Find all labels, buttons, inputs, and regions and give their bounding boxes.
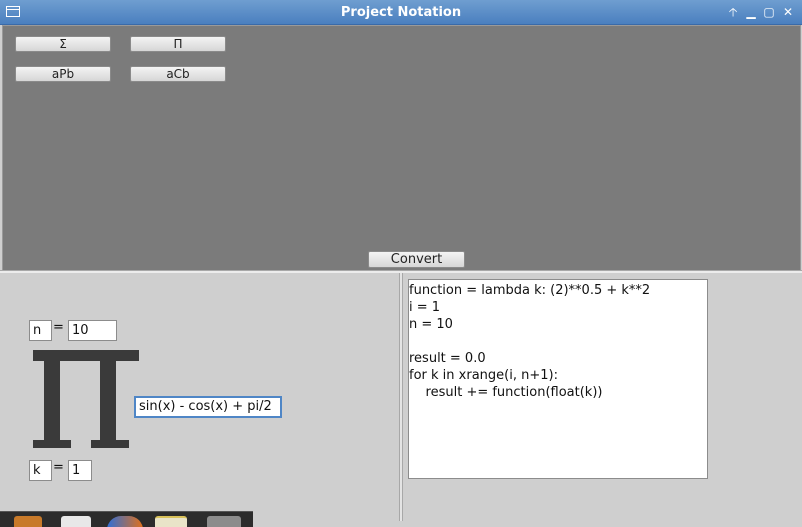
- upper-variable-field[interactable]: n: [29, 320, 52, 341]
- expression-input[interactable]: sin(x) - cos(x) + pi/2: [134, 396, 282, 418]
- code-line: for k in xrange(i, n+1):: [409, 368, 558, 383]
- upper-value-field[interactable]: 10: [68, 320, 117, 341]
- title-bar: Project Notation 🡡 ▁ ▢ ✕: [0, 0, 802, 25]
- vertical-divider[interactable]: [399, 273, 403, 521]
- lower-equals-sign: =: [53, 460, 64, 475]
- lower-value-field[interactable]: 1: [68, 460, 92, 481]
- product-symbol-icon: [33, 350, 139, 448]
- code-line: function = lambda k: (2)**0.5 + k**2: [409, 283, 651, 298]
- maximize-icon[interactable]: ▢: [762, 4, 776, 20]
- pi-button[interactable]: Π: [130, 36, 226, 52]
- code-line: n = 10: [409, 317, 453, 332]
- minimize-icon[interactable]: ▁: [744, 4, 758, 20]
- folder-icon[interactable]: [207, 516, 241, 527]
- archive-icon[interactable]: [14, 516, 42, 527]
- code-line: i = 1: [409, 300, 441, 315]
- document-icon[interactable]: [61, 516, 91, 527]
- calendar-icon[interactable]: [155, 516, 187, 527]
- sigma-button[interactable]: Σ: [15, 36, 111, 52]
- browser-icon[interactable]: [107, 516, 143, 527]
- code-output-area[interactable]: function = lambda k: (2)**0.5 + k**2 i =…: [408, 279, 708, 479]
- close-icon[interactable]: ✕: [781, 4, 795, 20]
- taskbar: [0, 511, 253, 527]
- permutation-button[interactable]: aPb: [15, 66, 111, 82]
- convert-button[interactable]: Convert: [368, 251, 465, 268]
- code-line: result = 0.0: [409, 351, 486, 366]
- up-arrow-icon[interactable]: 🡡: [726, 4, 740, 20]
- code-line: result += function(float(k)): [409, 385, 603, 400]
- lower-variable-field[interactable]: k: [29, 460, 52, 481]
- combination-button[interactable]: aCb: [130, 66, 226, 82]
- symbol-panel: Σ Π aPb aCb Convert: [2, 25, 801, 271]
- window-title: Project Notation: [340, 5, 462, 20]
- upper-equals-sign: =: [53, 320, 64, 335]
